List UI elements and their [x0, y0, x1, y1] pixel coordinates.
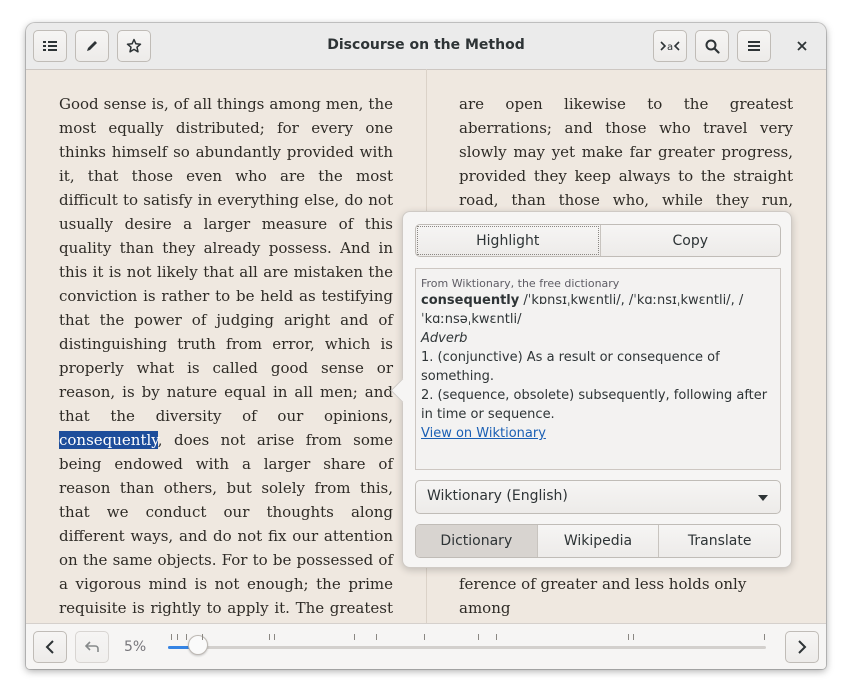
chapter-mark [186, 634, 187, 640]
selection-actions: Highlight Copy [415, 224, 781, 257]
progress-slider[interactable] [168, 646, 766, 649]
chapter-mark [424, 634, 425, 640]
dictionary-entry: consequently /ˈkɒnsɪˌkwɛntli/, /ˈkɑːnsɪˌ… [421, 291, 775, 329]
chapter-mark [496, 634, 497, 640]
selection-popover: Highlight Copy From Wiktionary, the free… [390, 211, 792, 568]
right-page-text-bottom: ference of greater and less holds only a… [459, 575, 747, 617]
chapter-mark [354, 634, 355, 640]
chapter-mark [628, 634, 629, 640]
text-before-selection: Good sense is, of all things among men, … [59, 95, 393, 425]
chapter-mark [269, 634, 270, 640]
lookup-tabs: Dictionary Wikipedia Translate [415, 524, 781, 558]
highlight-button[interactable]: Highlight [417, 226, 599, 255]
previous-page-button[interactable] [33, 631, 67, 663]
chapter-mark [633, 634, 634, 640]
bookmark-button[interactable] [117, 30, 151, 62]
definition-1: 1. (conjunctive) As a result or conseque… [421, 350, 720, 384]
chevron-left-icon [45, 640, 54, 654]
lookup-source-select[interactable]: Wiktionary (English) [415, 480, 781, 514]
lookup-source-value: Wiktionary (English) [427, 488, 568, 504]
chapter-mark [177, 634, 178, 640]
header-bar: Discourse on the Method a [26, 23, 826, 70]
next-page-button[interactable] [785, 631, 819, 663]
tab-wikipedia[interactable]: Wikipedia [536, 525, 659, 557]
chapter-mark [478, 634, 479, 640]
chapter-mark [171, 634, 172, 640]
left-page[interactable]: Good sense is, of all things among men, … [59, 92, 393, 668]
main-menu-button[interactable] [737, 30, 771, 62]
close-button[interactable] [786, 30, 818, 62]
star-icon [126, 38, 142, 53]
pencil-icon [87, 41, 97, 51]
close-icon [797, 41, 807, 51]
search-icon [705, 39, 720, 54]
back-button[interactable] [75, 631, 109, 663]
left-page-text: Good sense is, of all things among men, … [59, 92, 393, 668]
chapter-mark [274, 634, 275, 640]
copy-button[interactable]: Copy [599, 225, 781, 256]
chevron-right-icon [798, 640, 807, 654]
selected-word[interactable]: consequently [59, 431, 158, 449]
read-aloud-button[interactable]: a [653, 30, 687, 62]
menu-icon [748, 41, 760, 51]
view-on-wiktionary-link[interactable]: View on Wiktionary [421, 424, 775, 443]
definition-2: 2. (sequence, obsolete) subsequently, fo… [421, 388, 768, 422]
progress-label: 5% [124, 639, 147, 655]
svg-text:a: a [667, 42, 673, 52]
chapter-mark [764, 634, 765, 640]
back-arrow-icon [85, 641, 99, 652]
tab-translate[interactable]: Translate [658, 525, 780, 557]
progress-knob[interactable] [187, 635, 208, 655]
dictionary-panel: From Wiktionary, the free dictionary con… [415, 268, 781, 470]
annotate-button[interactable] [75, 30, 109, 62]
sidebar-icon [43, 41, 57, 51]
tab-dictionary[interactable]: Dictionary [416, 525, 537, 557]
part-of-speech: Adverb [421, 331, 468, 346]
headword: consequently [421, 293, 520, 308]
dropdown-caret-icon [758, 495, 768, 501]
chapter-mark [376, 634, 377, 640]
sidebar-toggle-button[interactable] [33, 30, 67, 62]
right-page-bottom: ference of greater and less holds only a… [459, 572, 793, 620]
search-button[interactable] [695, 30, 729, 62]
dictionary-source: From Wiktionary, the free dictionary [421, 277, 620, 290]
footer-bar: 5% [26, 623, 826, 669]
chapter-mark [202, 634, 203, 640]
read-aloud-icon: a [660, 41, 680, 52]
